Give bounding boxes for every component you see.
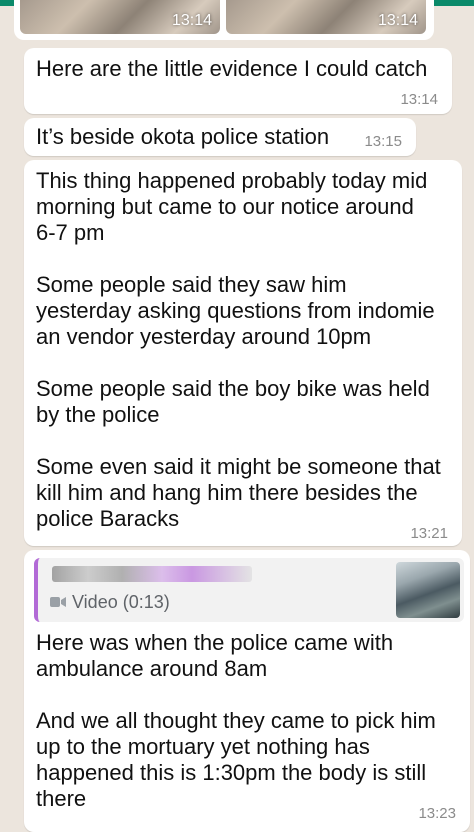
- quoted-message[interactable]: Video (0:13): [34, 558, 464, 622]
- quoted-video-label: Video (0:13): [50, 592, 170, 612]
- message-bubble[interactable]: Video (0:13) Here was when the police ca…: [24, 550, 470, 832]
- thumbnail-timestamp: 13:14: [171, 12, 212, 29]
- image-thumbnail[interactable]: 13:14: [226, 0, 426, 34]
- message-timestamp: 13:23: [418, 805, 456, 822]
- quoted-video-text: Video (0:13): [72, 592, 170, 612]
- message-bubble[interactable]: This thing happened probably today mid m…: [24, 160, 462, 546]
- message-text: Here are the little evidence I could cat…: [36, 56, 428, 81]
- quoted-video-thumbnail: [396, 562, 460, 618]
- message-text: It’s beside okota police station: [36, 124, 330, 149]
- message-timestamp: 13:21: [410, 525, 448, 542]
- video-camera-icon: [50, 597, 66, 607]
- message-timestamp: 13:15: [364, 133, 402, 150]
- image-thumbnail[interactable]: 13:14: [20, 0, 220, 34]
- image-thumbnails: 13:14 13:14: [14, 0, 434, 40]
- message-text: This thing happened probably today mid m…: [36, 168, 441, 531]
- redacted-sender: [52, 566, 252, 582]
- message-bubble[interactable]: It’s beside okota police station 13:15: [24, 118, 416, 156]
- message-bubble[interactable]: Here are the little evidence I could cat…: [24, 48, 452, 114]
- message-timestamp: 13:14: [400, 91, 438, 108]
- message-text: Here was when the police came with ambul…: [36, 630, 436, 811]
- thumbnail-timestamp: 13:14: [377, 12, 418, 29]
